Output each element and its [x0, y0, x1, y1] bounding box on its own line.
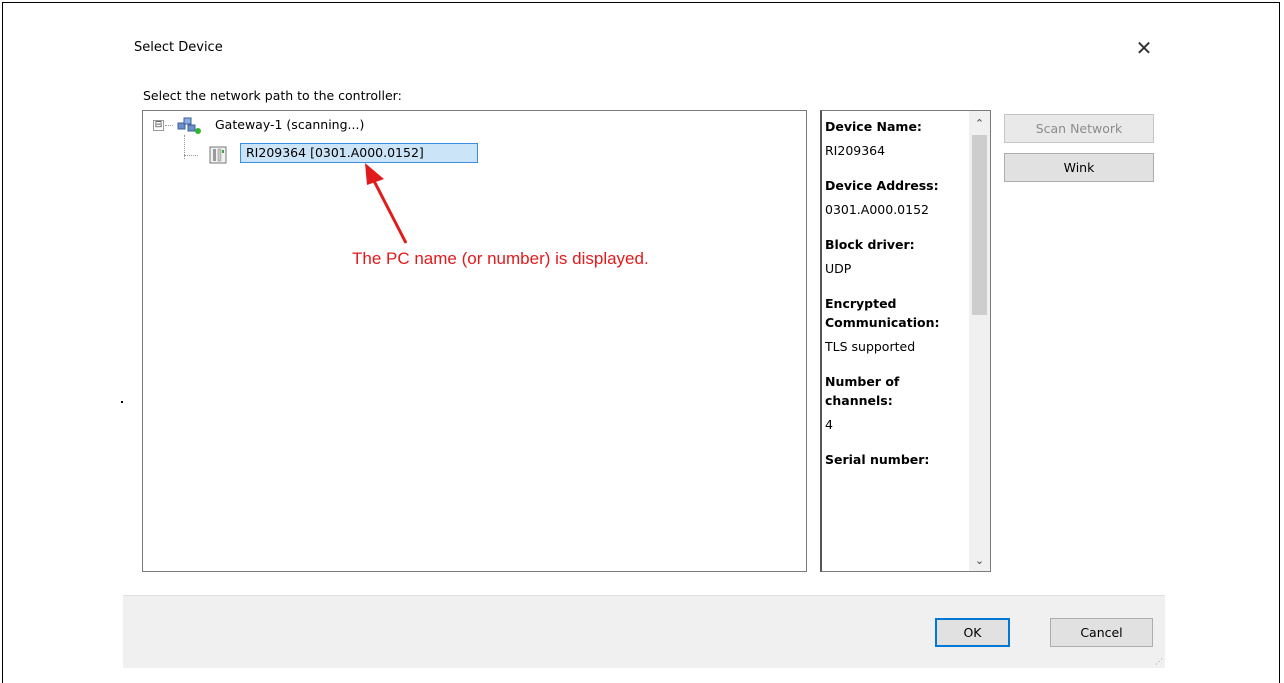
detail-label: Block driver:: [825, 237, 915, 252]
device-details-panel: Device Name: RI209364 Device Address: 0301.…: [820, 110, 991, 572]
scan-network-button[interactable]: Scan Network: [1004, 114, 1154, 143]
detail-value: 0301.A000.0152: [825, 202, 929, 217]
dialog-footer: OK Cancel ⋰: [123, 595, 1165, 668]
detail-label: Device Address:: [825, 178, 939, 193]
scroll-down-icon[interactable]: ⌄: [969, 552, 990, 569]
cancel-button[interactable]: Cancel: [1050, 618, 1153, 647]
network-tree[interactable]: ⊟ Gateway-1 (scanning...) RI209364 [0301…: [142, 110, 807, 572]
annotation-note: The PC name (or number) is displayed.: [352, 249, 649, 268]
annotation-arrow-icon: [365, 163, 408, 244]
tree-connector: [184, 155, 198, 156]
detail-value: TLS supported: [825, 339, 916, 354]
network-gateway-icon: [177, 117, 201, 134]
scroll-thumb[interactable]: [972, 135, 987, 315]
detail-value: RI209364: [825, 143, 886, 158]
details-list: Device Name: RI209364 Device Address: 0301.…: [825, 117, 965, 474]
resize-grip-icon[interactable]: ⋰: [1155, 657, 1163, 666]
select-device-dialog: Select Device ✕ Select the network path …: [123, 22, 1165, 668]
ok-button[interactable]: OK: [935, 618, 1010, 647]
detail-value: UDP: [825, 261, 852, 276]
dialog-title: Select Device: [134, 40, 223, 55]
detail-label: Number of channels:: [825, 374, 900, 408]
detail-label: Serial number:: [825, 452, 930, 467]
tree-connector: [165, 125, 173, 126]
details-scrollbar[interactable]: ⌃ ⌄: [969, 111, 990, 571]
detail-label: Encrypted Communication:: [825, 296, 940, 330]
wink-button[interactable]: Wink: [1004, 153, 1154, 182]
gateway-node-label[interactable]: Gateway-1 (scanning...): [215, 117, 364, 132]
detail-value: 4: [825, 417, 833, 432]
detail-label: Device Name:: [825, 119, 922, 134]
controller-device-icon: [209, 146, 227, 164]
close-icon[interactable]: ✕: [1129, 35, 1159, 61]
network-path-prompt: Select the network path to the controlle…: [143, 88, 402, 103]
collapse-toggle-icon[interactable]: ⊟: [153, 120, 164, 131]
scroll-up-icon[interactable]: ⌃: [969, 115, 990, 132]
